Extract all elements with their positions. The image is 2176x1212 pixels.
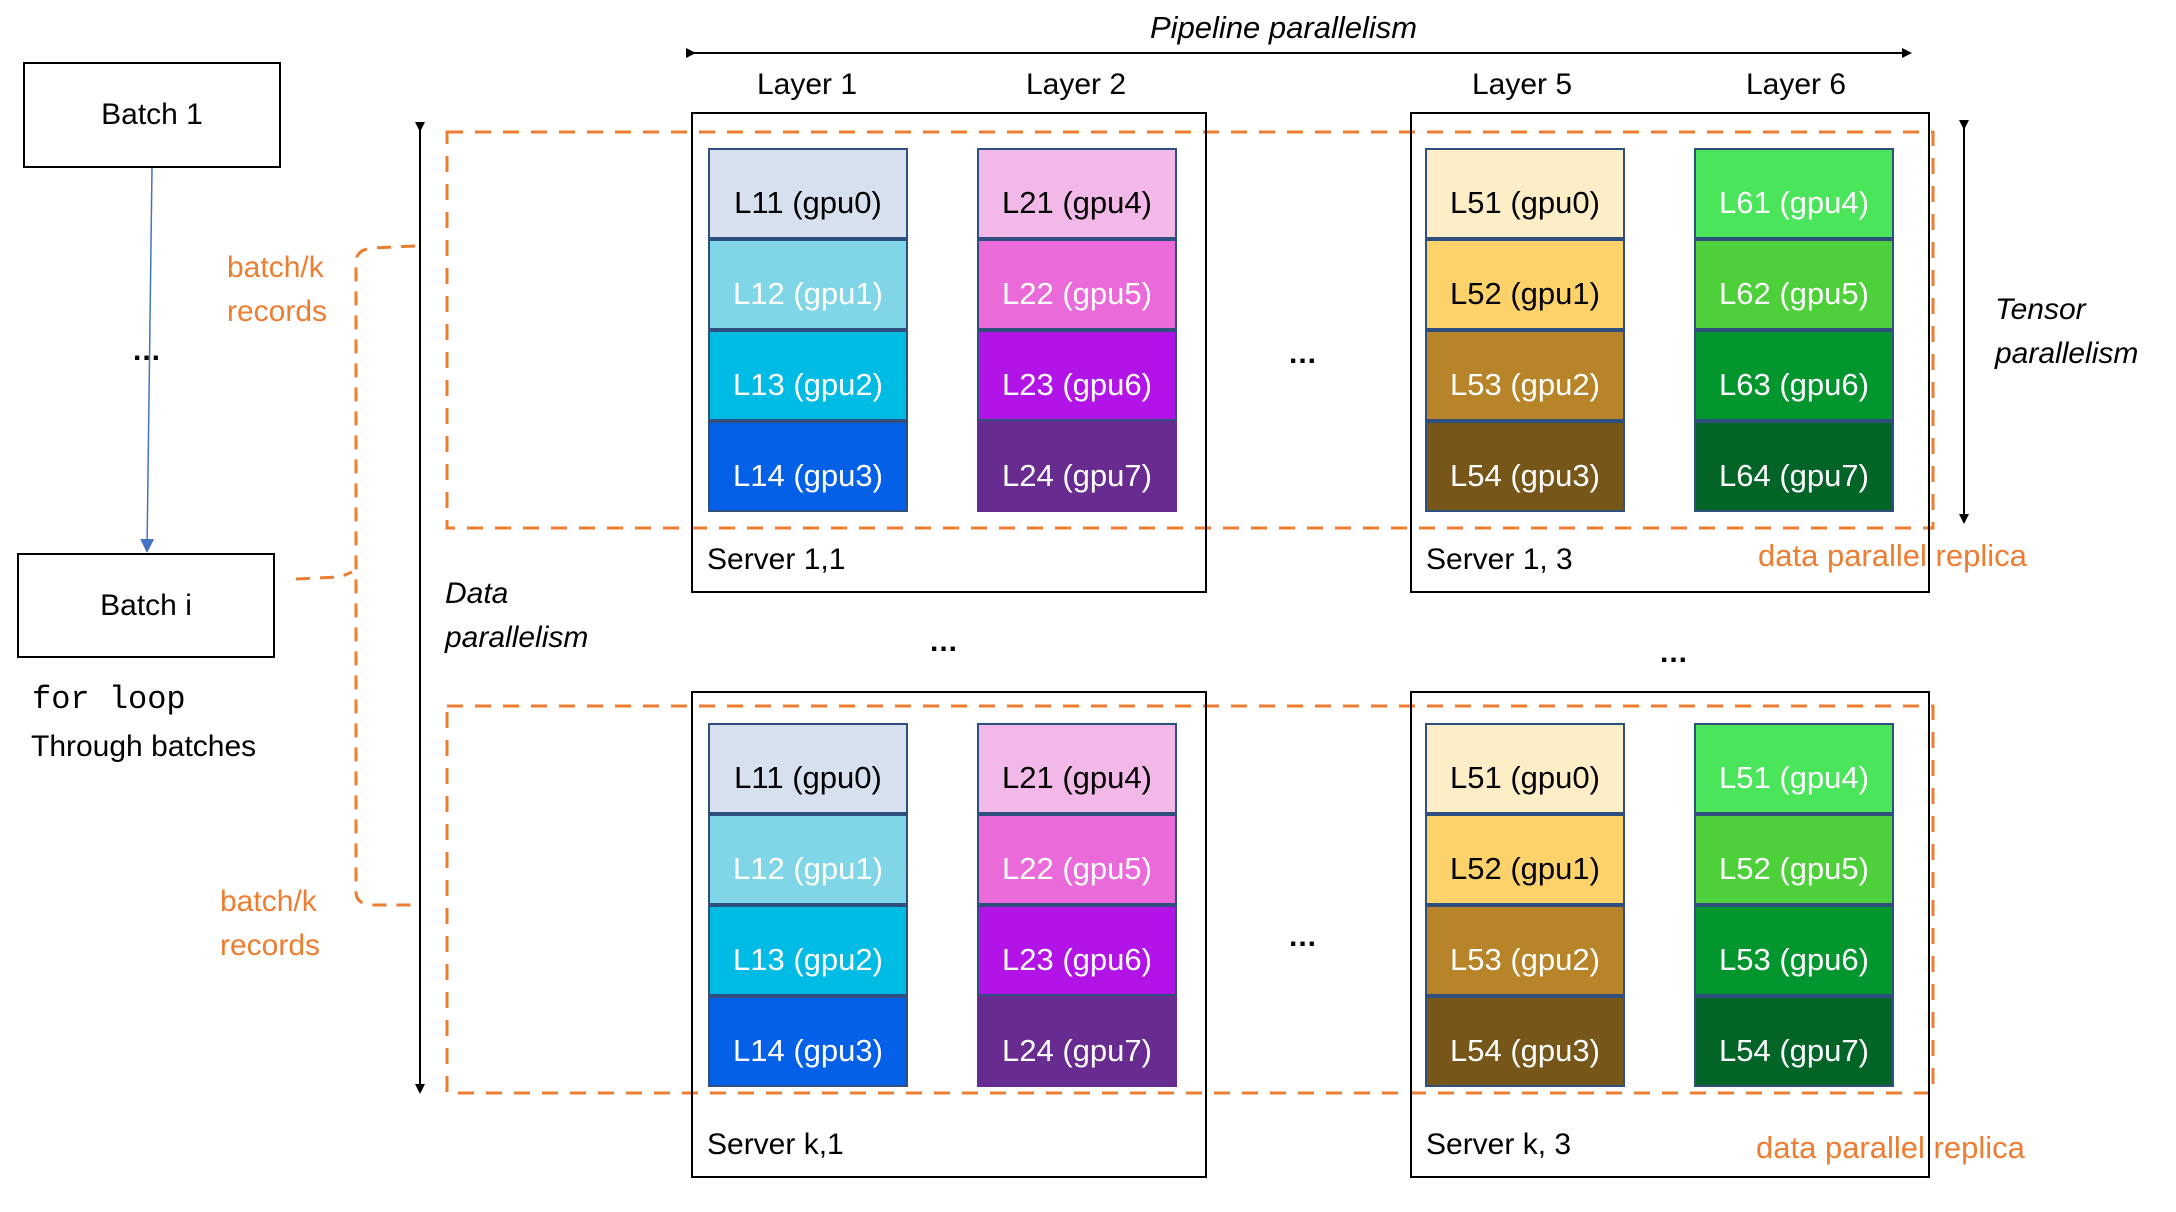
gpu-shard: L11 (gpu0) <box>708 723 908 814</box>
batch-i-label: Batch i <box>100 588 192 622</box>
gpu-shard: L51 (gpu0) <box>1425 723 1625 814</box>
gpu-shard: L51 (gpu0) <box>1425 148 1625 239</box>
data-parallelism-label: Data parallelism <box>445 572 588 660</box>
server-label: Server 1,1 <box>707 543 846 576</box>
gpu-shard: L24 (gpu7) <box>977 421 1177 512</box>
data-parallelism-line1: Data <box>445 577 509 610</box>
gpu-shard: L63 (gpu6) <box>1694 330 1894 421</box>
layer-label-6: Layer 6 <box>1746 68 1847 101</box>
layer-label-2: Layer 2 <box>1026 68 1127 101</box>
batch-split-bottom-line1: batch/k <box>220 885 317 918</box>
gpu-shard: L53 (gpu2) <box>1425 905 1625 996</box>
gpu-shard: L53 (gpu2) <box>1425 330 1625 421</box>
gpu-shard: L52 (gpu1) <box>1425 814 1625 905</box>
gpu-shard: L23 (gpu6) <box>977 905 1177 996</box>
gpu-shard: L12 (gpu1) <box>708 239 908 330</box>
for-loop-label: for loop <box>32 681 186 718</box>
gpu-shard: L61 (gpu4) <box>1694 148 1894 239</box>
pipeline-parallelism-title: Pipeline parallelism <box>1150 10 1418 45</box>
server-box: L51 (gpu0) L52 (gpu1) L53 (gpu2) L54 (gpu3)… <box>1410 691 1930 1178</box>
server-label: Server k, 3 <box>1426 1128 1572 1161</box>
server-label: Server 1, 3 <box>1426 543 1573 576</box>
gpu-shard: L54 (gpu3) <box>1425 996 1625 1087</box>
data-parallelism-line2: parallelism <box>445 621 589 654</box>
gpu-shard: L52 (gpu5) <box>1694 814 1894 905</box>
gpu-shard: L22 (gpu5) <box>977 239 1177 330</box>
gpu-shard: L21 (gpu4) <box>977 723 1177 814</box>
parallelism-diagram: Pipeline parallelism Layer 1 Layer 2 Lay… <box>0 0 2176 1212</box>
batch-i-box: Batch i <box>17 553 275 658</box>
layer-label-5: Layer 5 <box>1472 68 1573 101</box>
replica-label-bottom: data parallel replica <box>1756 1130 2025 1165</box>
batch-split-label-top: batch/k records <box>227 246 327 334</box>
batch-split-top-line1: batch/k <box>227 251 324 284</box>
gpu-shard: L64 (gpu7) <box>1694 421 1894 512</box>
gpu-shard: L54 (gpu7) <box>1694 996 1894 1087</box>
tensor-parallelism-line1: Tensor <box>1995 293 2086 326</box>
server-box: L11 (gpu0) L12 (gpu1) L13 (gpu2) L14 (gpu3)… <box>691 112 1207 593</box>
gpu-shard: L12 (gpu1) <box>708 814 908 905</box>
batch-split-bracket <box>295 244 416 907</box>
gpu-shard: L62 (gpu5) <box>1694 239 1894 330</box>
gpu-shard: L13 (gpu2) <box>708 330 908 421</box>
gpu-shard: L53 (gpu6) <box>1694 905 1894 996</box>
gpu-shard: L52 (gpu1) <box>1425 239 1625 330</box>
gpu-shard: L13 (gpu2) <box>708 905 908 996</box>
batch-split-top-line2: records <box>227 295 328 328</box>
batch-ellipsis: ... <box>133 334 162 367</box>
gpu-shard: L11 (gpu0) <box>708 148 908 239</box>
gpu-shard: L14 (gpu3) <box>708 996 908 1087</box>
gpu-shard: L23 (gpu6) <box>977 330 1177 421</box>
tensor-parallelism-label: Tensor parallelism <box>1995 288 2138 376</box>
layer-label-1: Layer 1 <box>757 68 858 101</box>
data-ellipsis-right: ... <box>1660 636 1689 669</box>
gpu-shard: L14 (gpu3) <box>708 421 908 512</box>
data-ellipsis-left: ... <box>930 625 959 658</box>
pipeline-ellipsis-top: ... <box>1289 337 1318 370</box>
batch-1-label: Batch 1 <box>101 98 203 131</box>
batch-1-box: Batch 1 <box>23 62 281 168</box>
pipeline-ellipsis-bottom: ... <box>1289 920 1318 953</box>
server-box: L51 (gpu0) L52 (gpu1) L53 (gpu2) L54 (gpu3)… <box>1410 112 1930 593</box>
batch-split-label-bottom: batch/k records <box>220 880 320 968</box>
gpu-shard: L21 (gpu4) <box>977 148 1177 239</box>
tensor-parallelism-line2: parallelism <box>1995 337 2139 370</box>
gpu-shard: L51 (gpu4) <box>1694 723 1894 814</box>
gpu-shard: L22 (gpu5) <box>977 814 1177 905</box>
server-label: Server k,1 <box>707 1128 844 1161</box>
batch-split-bottom-line2: records <box>220 929 321 962</box>
gpu-shard: L24 (gpu7) <box>977 996 1177 1087</box>
gpu-shard: L54 (gpu3) <box>1425 421 1625 512</box>
through-batches-label: Through batches <box>31 730 257 763</box>
replica-label-top: data parallel replica <box>1758 538 2027 573</box>
server-box: L11 (gpu0) L12 (gpu1) L13 (gpu2) L14 (gpu3)… <box>691 691 1207 1178</box>
